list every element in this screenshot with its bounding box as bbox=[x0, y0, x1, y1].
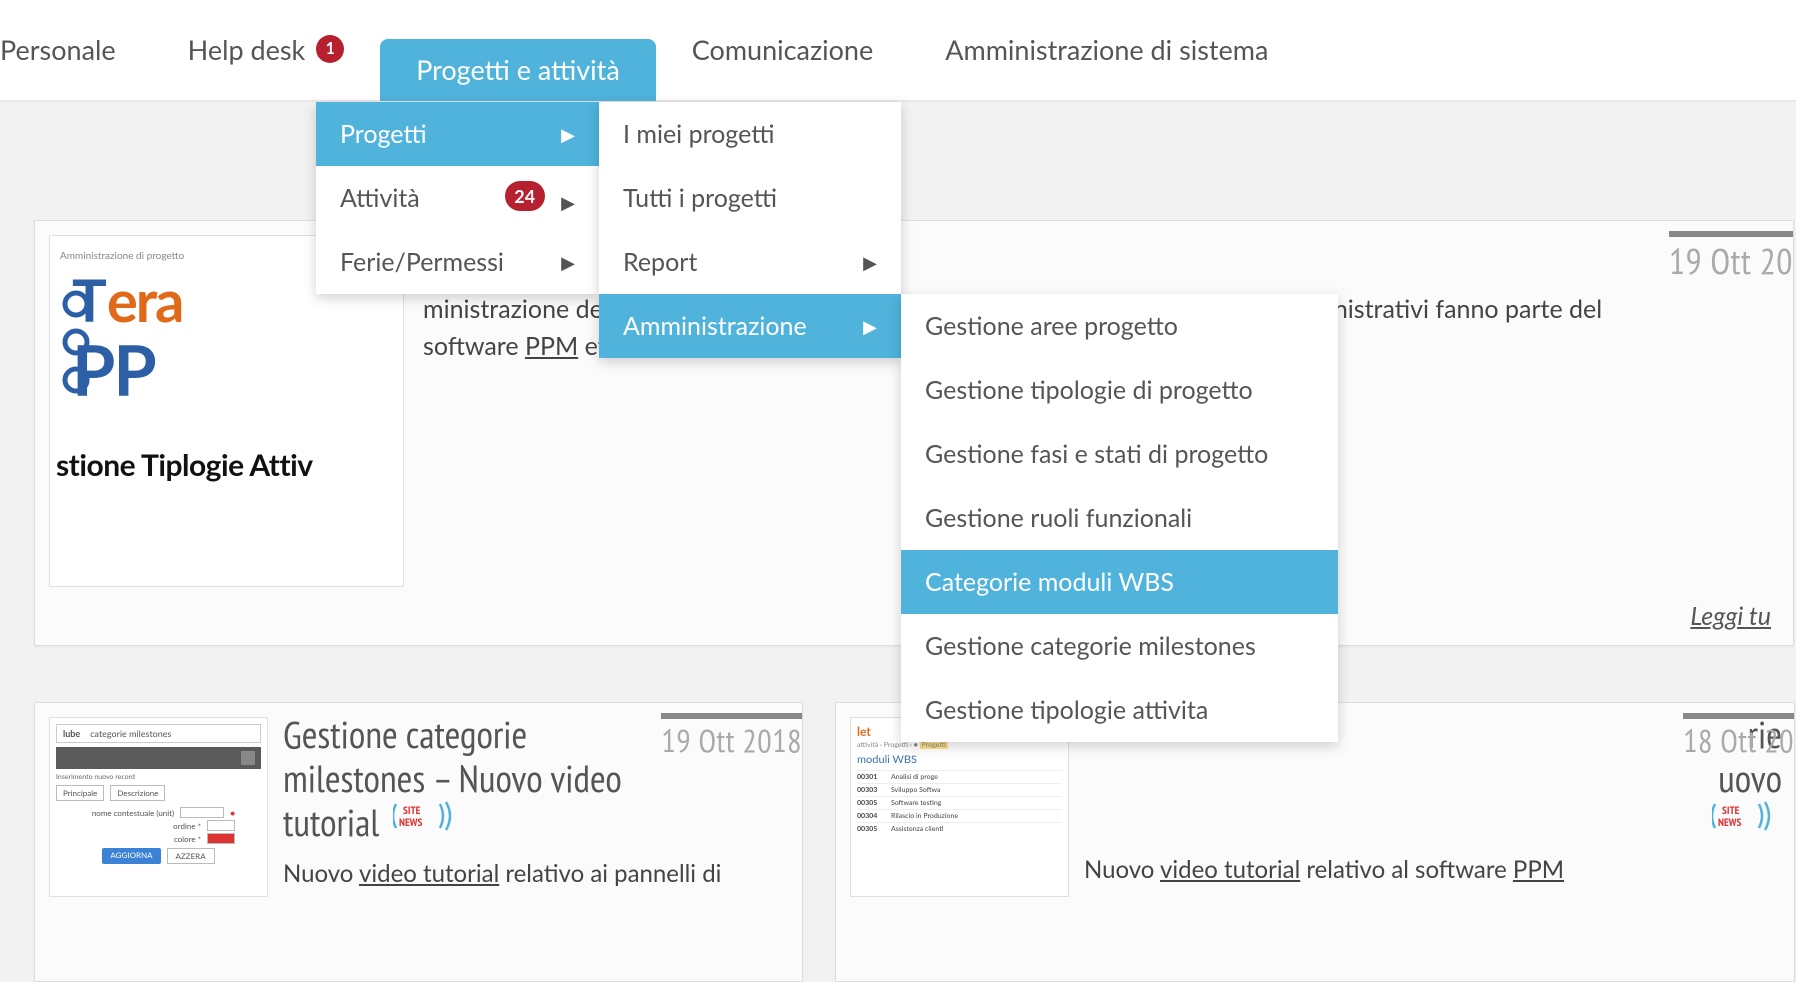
menu3-aree-label: Gestione aree progetto bbox=[925, 311, 1178, 341]
news-card-bottom-left: lubecategorie milestones Inserimento nuo… bbox=[34, 702, 803, 982]
news-br-text-pre: Nuovo bbox=[1084, 855, 1160, 884]
thumb-mini-ui2: let attività › Progetti › ● Progetti mod… bbox=[857, 724, 1062, 890]
thumb-mini-ui: lubecategorie milestones Inserimento nuo… bbox=[56, 724, 261, 890]
menu3-fasi-label: Gestione fasi e stati di progetto bbox=[925, 439, 1268, 469]
news-br-text: Nuovo video tutorial relativo al softwar… bbox=[1084, 853, 1564, 888]
top-nav: Personale Help desk 1 Progetti e attivit… bbox=[0, 0, 1796, 102]
menu-gestione-ruoli-funzionali[interactable]: Gestione ruoli funzionali bbox=[901, 486, 1338, 550]
nav-helpdesk-label: Help desk bbox=[188, 33, 306, 66]
menu-ferie-permessi[interactable]: Ferie/Permessi ▶ bbox=[316, 230, 599, 294]
news-bl-title: Gestione categorie milestones – Nuovo vi… bbox=[283, 713, 633, 845]
menu-progetti[interactable]: Progetti ▶ bbox=[316, 102, 599, 166]
menu-gestione-tipologie-progetto[interactable]: Gestione tipologie di progetto bbox=[901, 358, 1338, 422]
thumb-update-button: AGGIORNA bbox=[102, 848, 160, 864]
menu-attivita-label: Attività bbox=[340, 183, 420, 213]
menu-attivita[interactable]: Attività 24 ▶ bbox=[316, 166, 599, 230]
attivita-badge: 24 bbox=[505, 181, 545, 211]
menu-report-label: Report bbox=[623, 247, 697, 277]
svg-text:NEWS: NEWS bbox=[399, 816, 423, 830]
menu-gestione-categorie-milestones[interactable]: Gestione categorie milestones bbox=[901, 614, 1338, 678]
site-news-icon: SITENEWS bbox=[1712, 800, 1782, 832]
chevron-right-icon: ▶ bbox=[561, 191, 575, 213]
thumb-small-caption: Amministrazione di progetto bbox=[60, 250, 184, 262]
thumb-table-row: 00305Software testing bbox=[857, 796, 1062, 809]
submenu-level2: I miei progetti Tutti i progetti Report … bbox=[599, 102, 901, 358]
menu-admin-label: Amministrazione bbox=[623, 311, 807, 341]
thumb-table-row: 00303Sviluppo Softwa bbox=[857, 783, 1062, 796]
menu-miei-label: I miei progetti bbox=[623, 119, 774, 149]
news-top-date: 19 Ott 20 bbox=[1669, 231, 1793, 284]
thumb-table-row: 00304Rilascio in Produzione bbox=[857, 809, 1062, 822]
read-all-link[interactable]: Leggi tu bbox=[1690, 601, 1771, 631]
ppm-link[interactable]: PPM bbox=[525, 331, 578, 361]
menu3-tipprog-label: Gestione tipologie di progetto bbox=[925, 375, 1253, 405]
thumb-table-row: 00301Analisi di proge bbox=[857, 770, 1062, 783]
thumb-header-title: categorie milestones bbox=[90, 728, 171, 739]
submenu-level1: Progetti ▶ Attività 24 ▶ Ferie/Permessi … bbox=[316, 102, 599, 294]
submenu-level3: Gestione aree progetto Gestione tipologi… bbox=[901, 294, 1338, 742]
thumb2-crumbs-pre: attività › Progetti › bbox=[857, 741, 912, 749]
thumb-reset-button: AZZERA bbox=[167, 848, 215, 864]
menu-progetti-label: Progetti bbox=[340, 119, 427, 149]
chevron-right-icon: ▶ bbox=[863, 315, 877, 338]
site-news-icon: SITENEWS bbox=[393, 800, 463, 832]
menu-ferie-label: Ferie/Permessi bbox=[340, 247, 504, 277]
menu3-milestones-label: Gestione categorie milestones bbox=[925, 631, 1256, 661]
menu-gestione-aree-progetto[interactable]: Gestione aree progetto bbox=[901, 294, 1338, 358]
news-card-bottom-right: let attività › Progetti › ● Progetti mod… bbox=[835, 702, 1795, 982]
thumb2-crumbs-hl: ● bbox=[914, 741, 918, 749]
thumb-table-row: 00305Assistenza clienti bbox=[857, 822, 1062, 835]
menu-tutti-label: Tutti i progetti bbox=[623, 183, 777, 213]
thumb2-crumbs-hl-text: Progetti bbox=[920, 741, 948, 749]
news-br-text-mid: relativo al software bbox=[1300, 855, 1513, 884]
nav-personale[interactable]: Personale bbox=[0, 19, 152, 81]
menu-gestione-tipologie-attivita[interactable]: Gestione tipologie attivita bbox=[901, 678, 1338, 742]
menu-gestione-fasi-stati[interactable]: Gestione fasi e stati di progetto bbox=[901, 422, 1338, 486]
helpdesk-badge: 1 bbox=[316, 35, 344, 63]
chevron-right-icon: ▶ bbox=[561, 123, 575, 146]
chevron-right-icon: ▶ bbox=[561, 251, 575, 274]
news-br-thumbnail: let attività › Progetti › ● Progetti mod… bbox=[850, 717, 1069, 897]
thumb-app-name: lube bbox=[63, 728, 80, 739]
chevron-right-icon: ▶ bbox=[863, 251, 877, 274]
svg-text:NEWS: NEWS bbox=[1718, 816, 1742, 830]
menu3-tipatt-label: Gestione tipologie attivita bbox=[925, 695, 1208, 725]
menu-tutti-progetti[interactable]: Tutti i progetti bbox=[599, 166, 901, 230]
nav-progetti-attivita[interactable]: Progetti e attività bbox=[380, 39, 656, 101]
thumb-caption: stione Tiplogie Attiv bbox=[56, 447, 403, 483]
nav-amministrazione-sistema[interactable]: Amministrazione di sistema bbox=[909, 19, 1304, 81]
menu-amministrazione[interactable]: Amministrazione ▶ bbox=[599, 294, 901, 358]
menu-categorie-moduli-wbs[interactable]: Categorie moduli WBS bbox=[901, 550, 1338, 614]
thumb-logo-line2: PP bbox=[72, 327, 403, 411]
news-bl-date: 19 Ott 2018 bbox=[661, 713, 802, 761]
news-bl-thumbnail: lubecategorie milestones Inserimento nuo… bbox=[49, 717, 268, 897]
news-br-title-l2: uovo bbox=[1718, 754, 1782, 803]
news-bl-text: Nuovo video tutorial relativo ai pannell… bbox=[283, 857, 790, 892]
ppm-link-2[interactable]: PPM bbox=[1513, 855, 1564, 884]
menu-miei-progetti[interactable]: I miei progetti bbox=[599, 102, 901, 166]
menu3-ruoli-label: Gestione ruoli funzionali bbox=[925, 503, 1192, 533]
logo-dots-icon bbox=[62, 290, 102, 414]
menu-attivita-right: 24 ▶ bbox=[501, 181, 575, 215]
nav-comunicazione[interactable]: Comunicazione bbox=[656, 19, 910, 81]
menu-report[interactable]: Report ▶ bbox=[599, 230, 901, 294]
nav-helpdesk[interactable]: Help desk 1 bbox=[152, 19, 381, 81]
thumb2-title: moduli WBS bbox=[857, 753, 1062, 766]
menu3-wbs-label: Categorie moduli WBS bbox=[925, 567, 1174, 597]
news-br-date: 18 Ott 20 bbox=[1683, 713, 1794, 761]
video-tutorial-link-2[interactable]: video tutorial bbox=[1160, 855, 1300, 884]
